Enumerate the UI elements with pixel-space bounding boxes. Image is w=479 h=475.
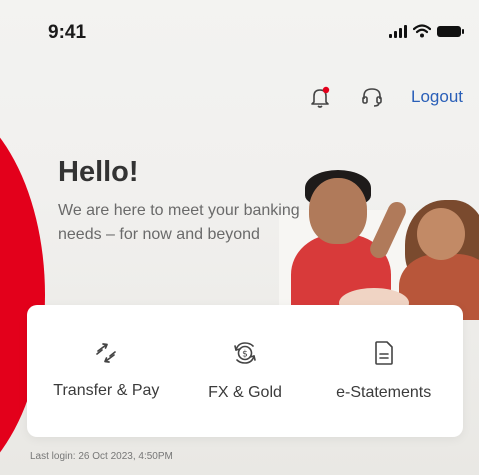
- svg-text:$: $: [242, 350, 248, 360]
- quick-actions-card: Transfer & Pay $ FX & Gold e-Statements: [27, 305, 463, 437]
- greeting-subtitle: We are here to meet your banking needs –…: [58, 202, 300, 243]
- wifi-icon: [413, 24, 431, 38]
- transfer-pay-label: Transfer & Pay: [53, 382, 160, 399]
- signal-icon: [389, 24, 407, 38]
- fx-exchange-icon: $: [234, 342, 256, 364]
- logout-link[interactable]: Logout: [411, 87, 463, 107]
- last-login-text: Last login: 26 Oct 2023, 4:50PM: [30, 451, 173, 462]
- document-icon: [374, 341, 393, 365]
- app-screen: 9:41 Logout Hello! We are here to meet y…: [0, 0, 479, 475]
- transfer-pay-button[interactable]: Transfer & Pay: [37, 305, 176, 437]
- headset-icon: [362, 88, 382, 107]
- battery-icon: [437, 25, 464, 37]
- e-statements-label: e-Statements: [336, 384, 432, 401]
- transfer-arrows-icon: [96, 343, 117, 363]
- greeting-title: Hello!: [58, 156, 139, 188]
- bell-icon: [311, 86, 330, 108]
- status-icons: [389, 24, 464, 38]
- fx-gold-label: FX & Gold: [208, 384, 282, 401]
- notification-button[interactable]: [307, 84, 333, 110]
- e-statements-button[interactable]: e-Statements: [314, 305, 453, 437]
- header-actions: Logout: [307, 84, 463, 110]
- support-button[interactable]: [359, 84, 385, 110]
- fx-gold-button[interactable]: $ FX & Gold: [176, 305, 315, 437]
- status-time: 9:41: [48, 22, 87, 43]
- status-bar: 9:41: [0, 0, 479, 60]
- greeting-block: Hello! We are here to meet your banking …: [58, 156, 318, 247]
